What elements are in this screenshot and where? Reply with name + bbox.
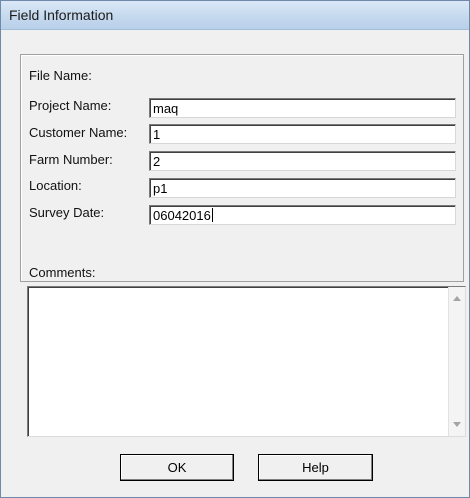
project-name-field[interactable]: maq: [149, 98, 456, 118]
customer-name-label: Customer Name:: [29, 125, 128, 140]
title-bar[interactable]: Field Information: [1, 1, 469, 30]
project-name-label: Project Name:: [29, 98, 112, 113]
ok-button[interactable]: OK: [120, 454, 234, 481]
survey-date-value: 06042016: [153, 208, 211, 223]
customer-name-field[interactable]: 1: [149, 124, 456, 144]
text-caret: [211, 208, 213, 222]
comments-scrollbar[interactable]: [448, 287, 465, 436]
scroll-up-icon[interactable]: [453, 296, 461, 301]
farm-number-label: Farm Number:: [29, 152, 113, 167]
customer-name-value: 1: [153, 127, 161, 142]
comments-textarea[interactable]: [27, 286, 466, 437]
location-value: p1: [153, 181, 168, 196]
survey-date-field[interactable]: 06042016: [149, 205, 456, 225]
help-button[interactable]: Help: [258, 454, 373, 481]
survey-date-label: Survey Date:: [29, 205, 105, 220]
farm-number-value: 2: [153, 154, 161, 169]
location-label: Location:: [29, 178, 82, 193]
location-field[interactable]: p1: [149, 178, 456, 198]
dialog-title: Field Information: [9, 7, 114, 23]
file-name-label: File Name:: [29, 68, 92, 83]
scroll-down-icon[interactable]: [453, 422, 461, 427]
project-name-value: maq: [153, 101, 179, 116]
farm-number-field[interactable]: 2: [149, 151, 456, 171]
comments-label: Comments:: [29, 265, 96, 280]
field-information-dialog: Field Information File Name: Project Nam…: [0, 0, 470, 498]
